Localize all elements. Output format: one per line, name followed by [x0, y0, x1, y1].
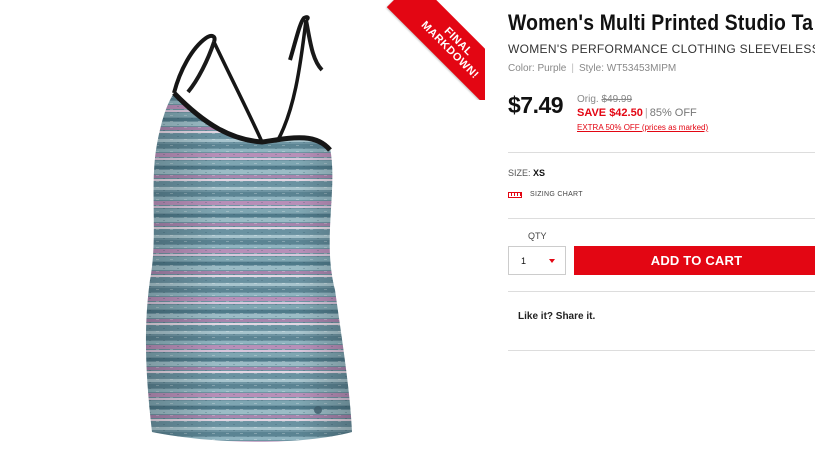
- size-selection: SIZE: XS: [508, 168, 545, 178]
- meta-separator: |: [571, 63, 574, 74]
- divider: [508, 218, 815, 219]
- style-label: Style: WT53453MIPM: [578, 63, 677, 74]
- size-label: SIZE:: [508, 168, 531, 178]
- original-price: Orig. $49.99: [577, 94, 632, 105]
- divider: [508, 350, 815, 351]
- divider: [508, 291, 815, 292]
- orig-label: Orig.: [577, 94, 599, 105]
- qty-value: 1: [521, 255, 527, 266]
- product-image-area: FINAL MARKDOWN!: [0, 0, 485, 450]
- product-category: WOMEN'S PERFORMANCE CLOTHING SLEEVELESS: [508, 42, 815, 56]
- sizing-chart-link[interactable]: SIZING CHART: [508, 191, 583, 198]
- extra-offer-link[interactable]: EXTRA 50% OFF (prices as marked): [577, 123, 708, 132]
- save-amount: SAVE $42.50: [577, 107, 643, 119]
- current-price: $7.49: [508, 92, 564, 118]
- quantity-select[interactable]: 1: [508, 246, 566, 275]
- product-title: Women's Multi Printed Studio Ta: [508, 10, 814, 35]
- color-label: Color: Purple: [508, 63, 567, 74]
- orig-price-value: $49.99: [601, 94, 633, 105]
- size-value: XS: [533, 168, 546, 178]
- qty-label: QTY: [528, 231, 547, 241]
- add-to-cart-button[interactable]: ADD TO CART: [574, 246, 815, 275]
- divider: [508, 152, 815, 153]
- final-markdown-badge: FINAL MARKDOWN!: [385, 0, 485, 100]
- product-info-panel: Women's Multi Printed Studio Ta WOMEN'S …: [508, 0, 815, 450]
- savings: SAVE $42.50 | 85% OFF: [577, 107, 697, 119]
- caret-down-icon: [549, 259, 555, 263]
- percent-off: 85% OFF: [649, 107, 697, 119]
- sizing-chart-label: SIZING CHART: [530, 191, 583, 198]
- ruler-icon: [508, 191, 522, 198]
- product-meta: Color: Purple | Style: WT53453MIPM: [508, 63, 676, 74]
- share-label: Like it? Share it.: [518, 311, 596, 322]
- save-separator: |: [644, 107, 648, 119]
